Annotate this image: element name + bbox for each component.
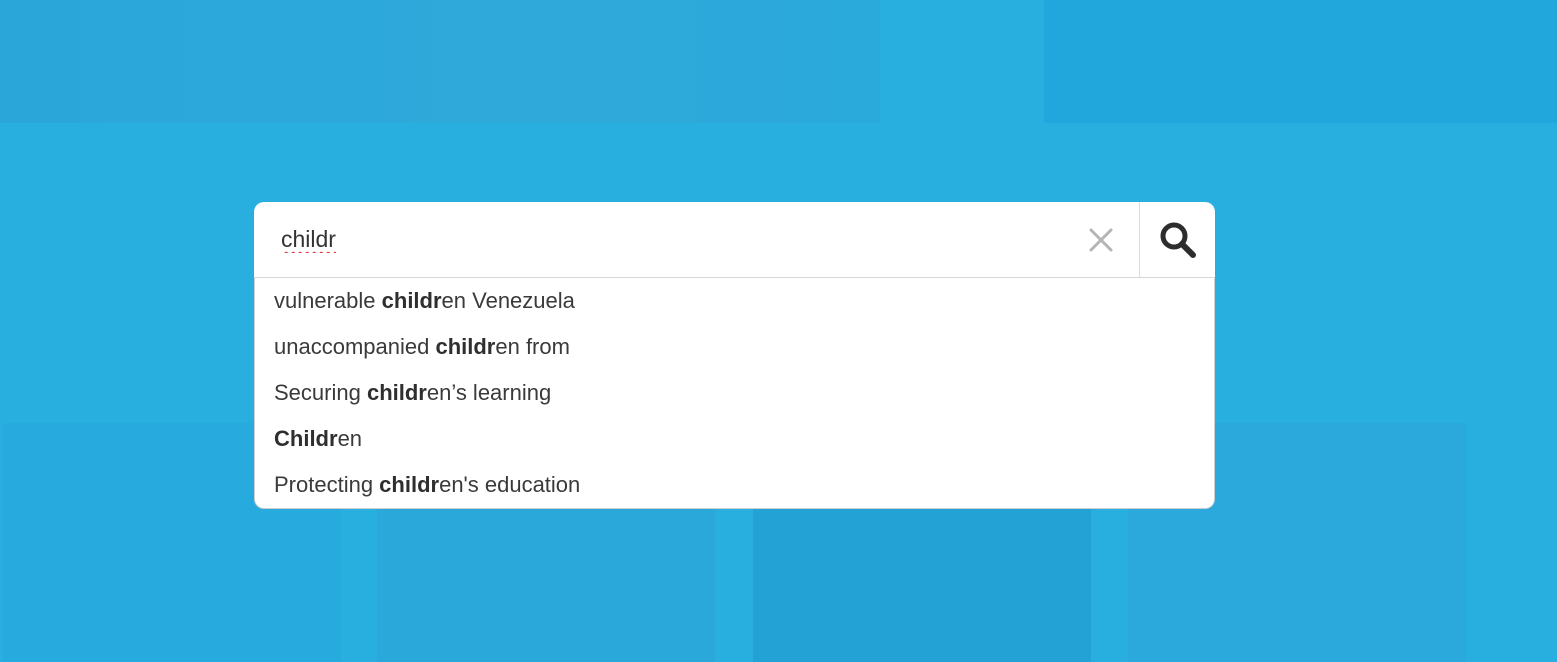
suggestion-suffix: en from bbox=[495, 334, 570, 359]
clear-search-button[interactable] bbox=[1062, 202, 1140, 277]
background-photo-top-left bbox=[0, 0, 880, 123]
suggestion-suffix: en's education bbox=[439, 472, 581, 497]
search-input[interactable] bbox=[254, 202, 1062, 277]
suggestion-list: vulnerable children Venezuela unaccompan… bbox=[254, 278, 1215, 509]
suggestion-suffix: en Venezuela bbox=[441, 288, 575, 313]
search-icon bbox=[1160, 222, 1196, 258]
search-button[interactable] bbox=[1140, 202, 1215, 277]
suggestion-suffix: en’s learning bbox=[426, 380, 552, 405]
suggestion-prefix: Securing bbox=[274, 380, 367, 405]
suggestion-match: childr bbox=[379, 472, 440, 497]
suggestion-item[interactable]: Securing children’s learning bbox=[255, 370, 1214, 416]
suggestion-match: childr bbox=[435, 334, 496, 359]
suggestion-match: childr bbox=[381, 288, 442, 313]
suggestion-suffix: en bbox=[337, 426, 363, 451]
suggestion-match: childr bbox=[366, 380, 427, 405]
suggestion-item[interactable]: vulnerable children Venezuela bbox=[255, 278, 1214, 324]
suggestion-match: Childr bbox=[274, 426, 338, 451]
background-photo-top-right bbox=[1044, 0, 1557, 123]
close-icon bbox=[1089, 228, 1112, 251]
suggestion-item[interactable]: Protecting children's education bbox=[255, 462, 1214, 508]
suggestion-item[interactable]: Children bbox=[255, 416, 1214, 462]
suggestion-prefix: Protecting bbox=[274, 472, 380, 497]
suggestion-prefix: vulnerable bbox=[274, 288, 382, 313]
search-box bbox=[254, 202, 1215, 278]
suggestion-prefix: unaccompanied bbox=[274, 334, 436, 359]
suggestion-item[interactable]: unaccompanied children from bbox=[255, 324, 1214, 370]
